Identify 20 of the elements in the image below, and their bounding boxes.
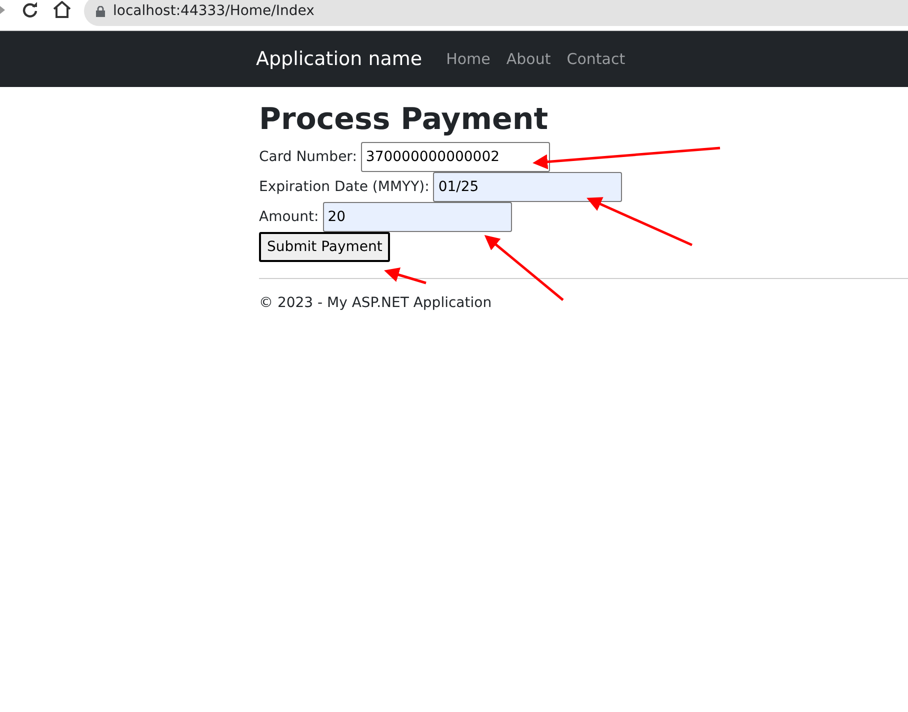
input-field[interactable]: 370000000000002 bbox=[360, 142, 550, 172]
reload-icon[interactable] bbox=[22, 2, 38, 18]
address-bar[interactable]: localhost:44333/Home/Index bbox=[84, 0, 908, 26]
nav-link[interactable]: About bbox=[506, 48, 551, 70]
footer-text: © 2023 - My ASP.NET Application bbox=[259, 294, 493, 313]
page-heading: Process Payment bbox=[259, 103, 550, 136]
field-label: Amount: bbox=[259, 208, 319, 226]
field-label: Card Number: bbox=[259, 148, 357, 166]
address-text: localhost:44333/Home/Index bbox=[113, 2, 314, 20]
arrow-annotation bbox=[384, 268, 426, 284]
forward-icon[interactable] bbox=[0, 4, 6, 16]
nav-link[interactable]: Contact bbox=[566, 48, 626, 70]
input-field[interactable]: 20 bbox=[322, 202, 512, 232]
input-field[interactable]: 01/25 bbox=[433, 172, 622, 202]
field-label: Expiration Date (MMYY): bbox=[259, 178, 430, 196]
home-icon[interactable] bbox=[53, 1, 71, 18]
submit-button[interactable]: Submit Payment bbox=[259, 232, 390, 262]
brand-link[interactable]: Application name bbox=[256, 44, 422, 74]
lock-icon bbox=[96, 6, 105, 16]
nav-link[interactable]: Home bbox=[446, 48, 490, 70]
